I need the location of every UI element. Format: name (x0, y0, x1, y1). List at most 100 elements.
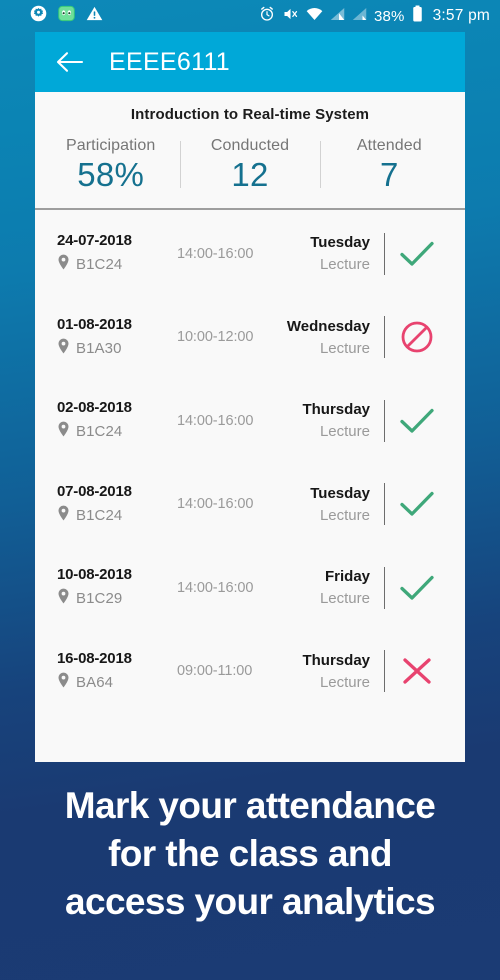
session-status-check-icon[interactable] (385, 489, 449, 519)
session-row[interactable]: 10-08-2018 B1C29 14:00-16:00 Friday Lecture (35, 546, 465, 630)
session-status-blocked-icon[interactable] (385, 320, 449, 354)
battery-icon (412, 5, 423, 27)
session-day-block: Thursday Lecture (281, 652, 384, 691)
session-status-check-icon[interactable] (385, 406, 449, 436)
session-room: B1C24 (76, 256, 123, 274)
session-date: 10-08-2018 (57, 566, 132, 584)
session-status-check-icon[interactable] (385, 573, 449, 603)
check-icon (400, 492, 434, 516)
session-location: BA64 (57, 672, 177, 693)
location-pin-icon (57, 588, 70, 609)
session-location: B1C24 (57, 421, 177, 442)
session-time: 14:00-16:00 (177, 245, 254, 262)
location-pin-icon (57, 505, 70, 526)
session-day-block: Wednesday Lecture (281, 318, 384, 357)
check-icon (400, 241, 434, 266)
session-time: 10:00-12:00 (177, 329, 254, 346)
signal-bars-icon (330, 7, 345, 26)
stat-value: 7 (379, 156, 399, 193)
stats-row: Participation 58% Conducted 12 Attended … (35, 137, 465, 200)
session-row[interactable]: 07-08-2018 B1C24 14:00-16:00 Tuesday Lecture (35, 463, 465, 547)
settings-gear-icon (30, 5, 47, 27)
blocked-icon (401, 321, 433, 353)
session-room: B1A30 (76, 339, 122, 357)
status-bar: 38% 3:57 pm (0, 0, 500, 32)
session-day-block: Thursday Lecture (281, 401, 384, 440)
session-location: B1C24 (57, 505, 177, 526)
green-character-icon (58, 5, 75, 27)
session-type: Lecture (319, 506, 370, 524)
promo-caption: Mark your attendance for the class and a… (0, 782, 500, 926)
stat-label: Attended (356, 137, 422, 154)
app-screen: EEEE6111 Introduction to Real-time Syste… (35, 32, 465, 762)
alarm-clock-icon (259, 6, 275, 27)
course-title: Introduction to Real-time System (130, 106, 370, 123)
stat-participation: Participation 58% (41, 137, 180, 194)
session-row[interactable]: 16-08-2018 BA64 09:00-11:00 Thursday Lecture (35, 630, 465, 714)
session-date: 01-08-2018 (57, 315, 132, 333)
content-card: Introduction to Real-time System Partici… (35, 92, 465, 762)
location-pin-icon (57, 672, 70, 693)
session-room: B1C24 (76, 423, 123, 441)
session-date: 24-07-2018 (57, 232, 132, 250)
clock-label: 3:57 pm (432, 7, 490, 24)
session-type: Lecture (319, 590, 370, 608)
session-date: 07-08-2018 (57, 482, 132, 500)
session-day: Friday (324, 568, 370, 586)
back-arrow-icon[interactable] (53, 45, 87, 79)
session-type: Lecture (319, 673, 370, 691)
stat-label: Participation (65, 137, 156, 154)
session-time: 14:00-16:00 (177, 579, 254, 596)
session-day-block: Tuesday Lecture (281, 234, 384, 273)
session-time: 14:00-16:00 (177, 412, 254, 429)
caption-line-2: for the class and (108, 833, 392, 875)
page-title: EEEE6111 (109, 47, 231, 76)
session-status-check-icon[interactable] (385, 239, 449, 269)
session-date-block: 16-08-2018 BA64 (57, 650, 177, 693)
cross-icon (403, 658, 431, 684)
session-location: B1C24 (57, 254, 177, 275)
stat-value: 12 (231, 156, 269, 193)
session-room: BA64 (76, 673, 114, 691)
session-day: Tuesday (310, 234, 370, 252)
session-day: Tuesday (310, 484, 370, 502)
session-date: 02-08-2018 (57, 399, 132, 417)
session-type: Lecture (319, 423, 370, 441)
app-bar: EEEE6111 (35, 32, 465, 92)
caption-line-1: Mark your attendance (64, 785, 436, 826)
location-pin-icon (57, 338, 70, 359)
session-row[interactable]: 01-08-2018 B1A30 10:00-12:00 Wednesday Lectu… (35, 296, 465, 380)
session-room: B1C29 (76, 590, 123, 608)
session-date-block: 02-08-2018 B1C24 (57, 399, 177, 442)
session-day: Thursday (302, 651, 370, 669)
session-location: B1C29 (57, 588, 177, 609)
session-location: B1A30 (57, 338, 177, 359)
stat-conducted: Conducted 12 (180, 137, 319, 194)
session-date-block: 07-08-2018 B1C24 (57, 483, 177, 526)
session-date-block: 10-08-2018 B1C29 (57, 566, 177, 609)
session-date-block: 24-07-2018 B1C24 (57, 232, 177, 275)
session-status-cross-icon[interactable] (385, 656, 449, 686)
status-bar-left-icons (30, 5, 103, 27)
sound-muted-icon (282, 6, 299, 27)
location-pin-icon (57, 421, 70, 442)
session-type: Lecture (319, 339, 370, 357)
session-day: Wednesday (286, 317, 370, 335)
session-row[interactable]: 02-08-2018 B1C24 14:00-16:00 Thursday Lectur… (35, 379, 465, 463)
status-bar-right-icons: 38% 3:57 pm (259, 5, 490, 27)
session-row[interactable]: 24-07-2018 B1C24 14:00-16:00 Tuesday Lecture (35, 212, 465, 296)
stat-value: 58% (77, 156, 145, 193)
session-day-block: Friday Lecture (281, 568, 384, 607)
stat-label: Conducted (210, 137, 290, 154)
stat-attended: Attended 7 (319, 137, 459, 194)
session-day-block: Tuesday Lecture (281, 485, 384, 524)
warning-triangle-icon (86, 5, 103, 27)
session-type: Lecture (319, 256, 370, 274)
signal-bars-2-icon (352, 7, 367, 26)
location-pin-icon (57, 254, 70, 275)
session-time: 09:00-11:00 (177, 663, 253, 680)
session-time: 14:00-16:00 (177, 496, 254, 513)
battery-percent-label: 38% (373, 7, 405, 25)
session-day: Thursday (302, 401, 370, 419)
stats-section: Introduction to Real-time System Partici… (35, 92, 465, 210)
